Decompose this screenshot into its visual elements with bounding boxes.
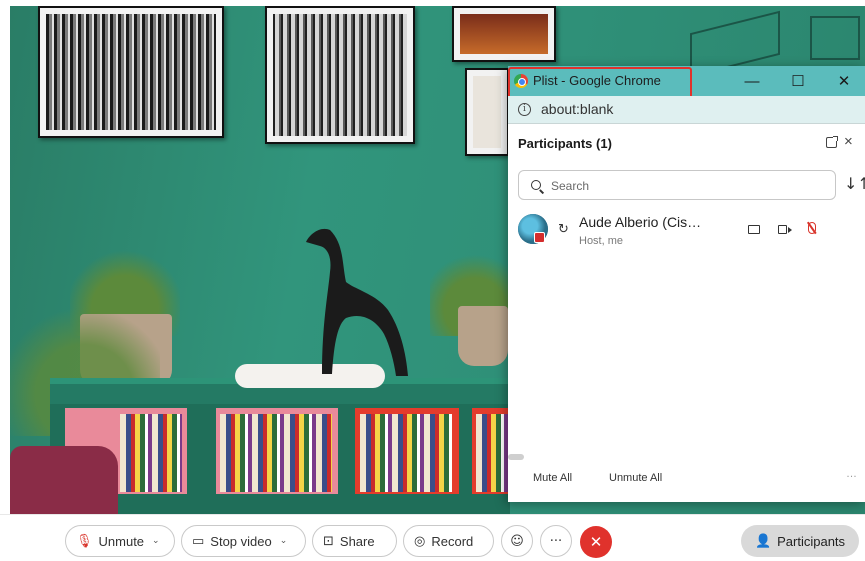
participants-header: Participants (1) — [518, 136, 612, 151]
reactions-button[interactable]: ☺ — [501, 525, 533, 557]
wall-picture-small — [465, 68, 509, 156]
share-label: Share — [339, 533, 375, 549]
record-button[interactable]: ◎ Record — [403, 525, 494, 557]
unmute-button[interactable]: 🎙 Unmute ⌄ — [65, 525, 175, 557]
scrollbar-handle[interactable] — [508, 454, 524, 460]
popout-icon[interactable] — [826, 136, 838, 148]
search-box[interactable] — [518, 170, 836, 200]
status-icon: ↻ — [558, 222, 569, 237]
wall-picture-top — [452, 6, 556, 62]
wall-picture-middle — [265, 6, 415, 144]
stop-video-label: Stop video — [210, 533, 272, 549]
address-bar[interactable]: i about:blank — [508, 96, 865, 124]
participant-row[interactable]: ↻ Aude Alberio (Cis… Host, me — [508, 206, 865, 254]
captions-icon[interactable] — [748, 225, 760, 234]
participants-button[interactable]: 👤 Participants — [741, 525, 859, 557]
more-icon: ··· — [549, 533, 563, 549]
participants-label: Participants — [777, 533, 846, 549]
info-icon[interactable]: i — [518, 103, 531, 116]
more-options-icon[interactable]: … — [846, 468, 857, 480]
wall-picture-left — [38, 6, 224, 138]
minimize-button[interactable]: — — [729, 66, 775, 96]
url-text[interactable]: about:blank — [541, 101, 613, 117]
participants-popup-window: Plist - Google Chrome — ☐ ✕ i about:blan… — [508, 66, 865, 502]
chevron-down-icon[interactable]: ⌄ — [280, 536, 288, 546]
participant-role: Host, me — [579, 235, 624, 247]
mic-muted-icon[interactable] — [808, 222, 816, 234]
video-camera-icon[interactable] — [778, 225, 787, 234]
video-camera-icon: ▭ — [192, 533, 205, 549]
search-icon — [531, 180, 541, 190]
share-button[interactable]: ⊡ Share — [312, 525, 397, 557]
meeting-toolbar: 🎙 Unmute ⌄ ▭ Stop video ⌄ ⊡ Share ◎ Reco… — [0, 514, 865, 561]
unmute-label: Unmute — [98, 533, 145, 549]
more-options-button[interactable]: ··· — [540, 525, 572, 557]
wall-decoration-2 — [810, 16, 860, 60]
title-highlight-box — [508, 67, 692, 99]
window-close-button[interactable]: ✕ — [821, 66, 865, 96]
mute-all-button[interactable]: Mute All — [533, 472, 572, 484]
books-3 — [360, 414, 452, 492]
share-badge-icon — [534, 232, 545, 243]
end-call-button[interactable]: ✕ — [580, 526, 612, 558]
sort-icon[interactable]: ↓↑ — [844, 174, 865, 193]
close-icon: ✕ — [589, 533, 603, 551]
chevron-down-icon[interactable]: ⌄ — [152, 536, 160, 546]
people-icon: 👤 — [754, 533, 772, 549]
meeting-window: { "popup": { "window_title": "Plist - Go… — [0, 0, 865, 561]
dog-sculpture — [306, 228, 408, 376]
record-label: Record — [431, 533, 474, 549]
plant-pot-right — [458, 306, 508, 366]
search-input[interactable] — [551, 177, 821, 195]
record-icon: ◎ — [414, 533, 426, 549]
mic-muted-icon: 🎙 — [76, 533, 93, 549]
stop-video-button[interactable]: ▭ Stop video ⌄ — [181, 525, 306, 557]
share-screen-icon: ⊡ — [323, 533, 334, 549]
participant-name: Aude Alberio (Cis… — [579, 214, 702, 230]
books-1 — [120, 414, 182, 492]
books-2 — [220, 414, 332, 492]
unmute-all-button[interactable]: Unmute All — [609, 472, 662, 484]
close-panel-icon[interactable]: × — [844, 133, 853, 150]
books-4 — [476, 414, 510, 492]
sofa — [10, 446, 118, 514]
smiley-icon: ☺ — [510, 533, 524, 549]
maximize-button[interactable]: ☐ — [775, 66, 821, 96]
